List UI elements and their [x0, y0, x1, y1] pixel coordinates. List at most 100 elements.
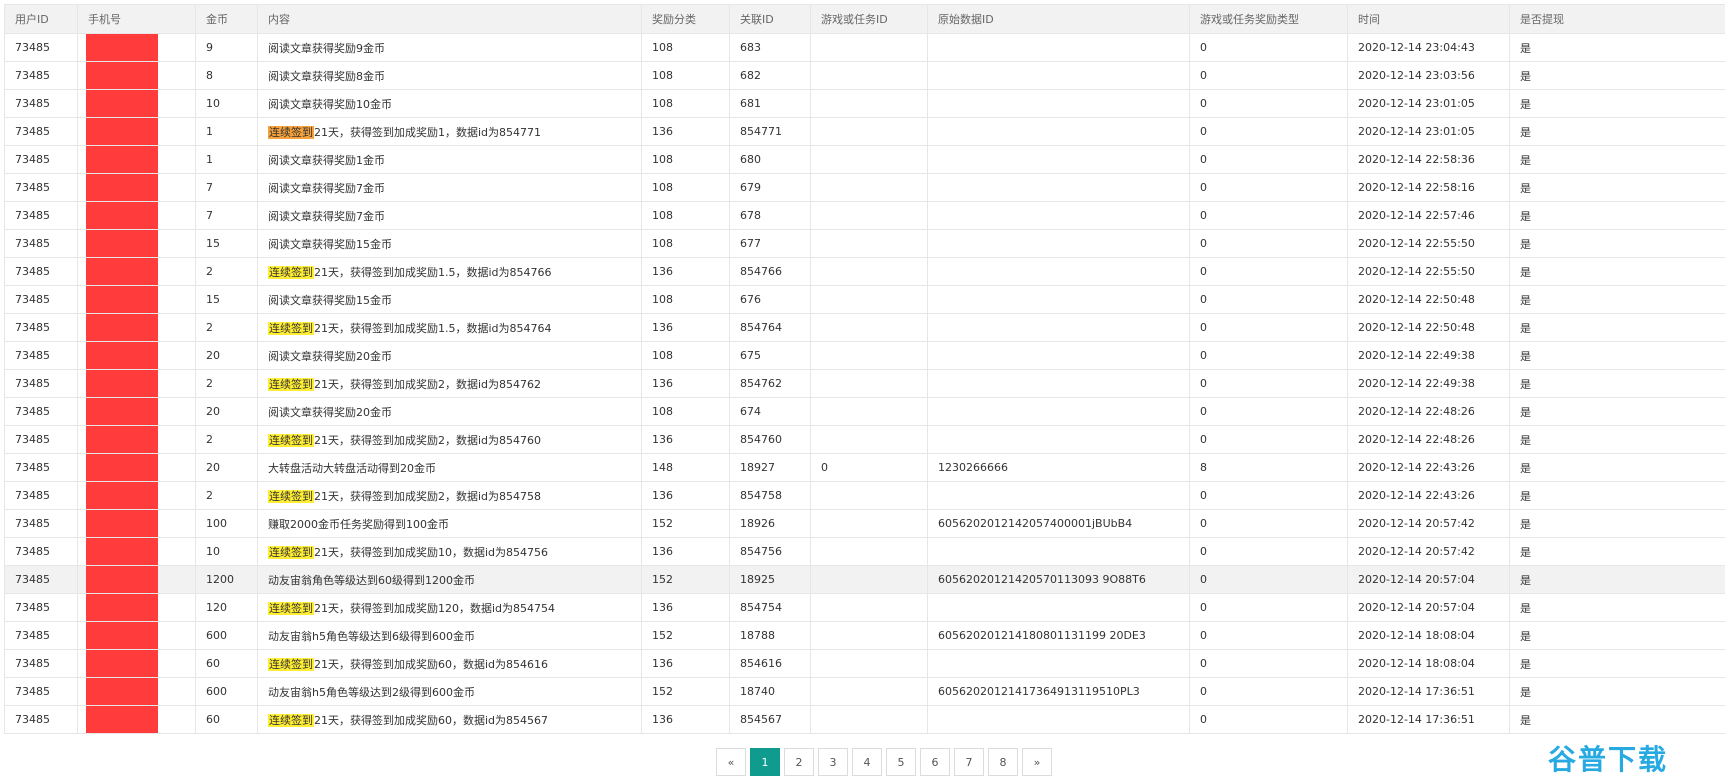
- cell-original-data-id: [927, 369, 1190, 398]
- cell-withdrawn: 是: [1509, 621, 1725, 650]
- cell-game-task-id: [810, 285, 928, 314]
- cell-content: 阅读文章获得奖励15金币: [257, 229, 642, 258]
- col-header-reward-type: 游戏或任务奖励类型: [1189, 4, 1348, 34]
- cell-related-id: 854771: [729, 117, 811, 146]
- cell-phone: [77, 285, 196, 314]
- cell-category: 108: [641, 173, 730, 202]
- cell-category: 152: [641, 509, 730, 538]
- pagination-page-6[interactable]: 6: [920, 748, 950, 776]
- cell-category: 108: [641, 33, 730, 62]
- cell-related-id: 854762: [729, 369, 811, 398]
- pagination-page-1[interactable]: 1: [750, 748, 780, 776]
- cell-user-id: 73485: [4, 593, 78, 622]
- cell-category: 136: [641, 649, 730, 678]
- pagination-next-button[interactable]: »: [1022, 748, 1052, 776]
- cell-reward-type: 0: [1189, 229, 1348, 258]
- content-text: 阅读文章获得奖励20金币: [268, 349, 392, 363]
- cell-content: 阅读文章获得奖励10金币: [257, 89, 642, 118]
- content-text: 动友宙翁h5角色等级达到6级得到600金币: [268, 629, 475, 643]
- cell-reward-type: 0: [1189, 313, 1348, 342]
- cell-content: 连续签到21天，获得签到加成奖励2，数据id为854762: [257, 369, 642, 398]
- table-header-row: 用户ID 手机号 金币 内容 奖励分类 关联ID 游戏或任务ID 原始数据ID …: [4, 4, 1725, 34]
- cell-withdrawn: 是: [1509, 285, 1725, 314]
- phone-redaction-block: [86, 454, 158, 481]
- pagination-page-2[interactable]: 2: [784, 748, 814, 776]
- cell-game-task-id: [810, 649, 928, 678]
- content-text: 21天，获得签到加成奖励2，数据id为854758: [314, 489, 542, 503]
- cell-original-data-id: [927, 89, 1190, 118]
- table-row: 73485 20 阅读文章获得奖励20金币 108 674 0 2020-12-14 22:…: [4, 397, 1725, 426]
- cell-phone: [77, 425, 196, 454]
- cell-phone: [77, 61, 196, 90]
- content-text: 阅读文章获得奖励7金币: [268, 181, 385, 195]
- cell-reward-type: 0: [1189, 705, 1348, 734]
- cell-category: 108: [641, 201, 730, 230]
- cell-reward-type: 0: [1189, 621, 1348, 650]
- pagination-page-4[interactable]: 4: [852, 748, 882, 776]
- cell-original-data-id: [927, 285, 1190, 314]
- cell-related-id: 682: [729, 61, 811, 90]
- pagination-page-7[interactable]: 7: [954, 748, 984, 776]
- cell-withdrawn: 是: [1509, 397, 1725, 426]
- cell-coins: 2: [195, 313, 258, 342]
- cell-content: 阅读文章获得奖励20金币: [257, 341, 642, 370]
- pagination-prev-button[interactable]: «: [716, 748, 746, 776]
- content-text: 动友宙翁h5角色等级达到2级得到600金币: [268, 685, 475, 699]
- cell-time: 2020-12-14 22:43:26: [1347, 481, 1510, 510]
- cell-content: 连续签到21天，获得签到加成奖励10，数据id为854756: [257, 537, 642, 566]
- table-row: 73485 20 大转盘活动大转盘活动得到20金币 148 18927 0 12302666…: [4, 453, 1725, 482]
- phone-redaction-block: [86, 594, 158, 621]
- cell-time: 2020-12-14 23:03:56: [1347, 61, 1510, 90]
- cell-coins: 10: [195, 89, 258, 118]
- cell-time: 2020-12-14 22:58:16: [1347, 173, 1510, 202]
- highlight-tag: 连续签到: [268, 321, 314, 335]
- cell-original-data-id: [927, 481, 1190, 510]
- phone-redaction-block: [86, 370, 158, 397]
- cell-original-data-id: [927, 229, 1190, 258]
- pagination-page-8[interactable]: 8: [988, 748, 1018, 776]
- cell-content: 阅读文章获得奖励8金币: [257, 61, 642, 90]
- cell-user-id: 73485: [4, 285, 78, 314]
- cell-reward-type: 0: [1189, 89, 1348, 118]
- cell-game-task-id: [810, 145, 928, 174]
- cell-game-task-id: [810, 593, 928, 622]
- content-text: 21天，获得签到加成奖励60，数据id为854567: [314, 713, 549, 727]
- cell-phone: [77, 453, 196, 482]
- table-row: 73485 1 阅读文章获得奖励1金币 108 680 0 2020-12-14 22:58…: [4, 145, 1725, 174]
- content-text: 21天，获得签到加成奖励1，数据id为854771: [314, 125, 542, 139]
- cell-reward-type: 0: [1189, 481, 1348, 510]
- content-text: 阅读文章获得奖励15金币: [268, 293, 392, 307]
- cell-coins: 2: [195, 257, 258, 286]
- cell-game-task-id: 0: [810, 453, 928, 482]
- cell-coins: 100: [195, 509, 258, 538]
- cell-content: 赚取2000金币任务奖励得到100金币: [257, 509, 642, 538]
- col-header-related-id: 关联ID: [729, 4, 811, 34]
- content-text: 阅读文章获得奖励8金币: [268, 69, 385, 83]
- cell-category: 152: [641, 677, 730, 706]
- cell-phone: [77, 89, 196, 118]
- col-header-category: 奖励分类: [641, 4, 730, 34]
- pagination-page-5[interactable]: 5: [886, 748, 916, 776]
- cell-time: 2020-12-14 22:57:46: [1347, 201, 1510, 230]
- pagination-page-3[interactable]: 3: [818, 748, 848, 776]
- table-row: 73485 2 连续签到21天，获得签到加成奖励2，数据id为854760 136 85…: [4, 425, 1725, 454]
- content-text: 21天，获得签到加成奖励2，数据id为854760: [314, 433, 542, 447]
- cell-related-id: 854760: [729, 425, 811, 454]
- cell-game-task-id: [810, 369, 928, 398]
- table-row: 73485 1200 动友宙翁角色等级达到60级得到1200金币 152 18925 60…: [4, 565, 1725, 594]
- phone-redaction-block: [86, 146, 158, 173]
- cell-reward-type: 0: [1189, 285, 1348, 314]
- cell-withdrawn: 是: [1509, 425, 1725, 454]
- cell-category: 108: [641, 89, 730, 118]
- cell-time: 2020-12-14 22:48:26: [1347, 397, 1510, 426]
- cell-reward-type: 0: [1189, 201, 1348, 230]
- cell-reward-type: 0: [1189, 341, 1348, 370]
- cell-coins: 60: [195, 649, 258, 678]
- content-text: 阅读文章获得奖励7金币: [268, 209, 385, 223]
- cell-withdrawn: 是: [1509, 649, 1725, 678]
- content-text: 阅读文章获得奖励20金币: [268, 405, 392, 419]
- phone-redaction-block: [86, 34, 158, 61]
- cell-time: 2020-12-14 20:57:42: [1347, 509, 1510, 538]
- cell-time: 2020-12-14 20:57:04: [1347, 565, 1510, 594]
- cell-category: 108: [641, 285, 730, 314]
